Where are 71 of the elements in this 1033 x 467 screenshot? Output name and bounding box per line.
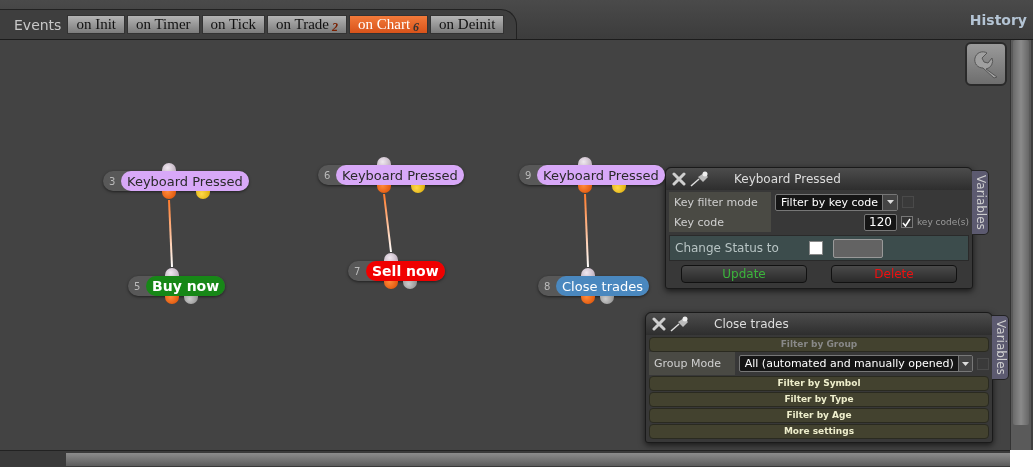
section-header[interactable]: Filter by Type bbox=[649, 392, 989, 407]
node-number: 9 bbox=[525, 169, 533, 181]
output-port[interactable] bbox=[600, 296, 614, 304]
checkbox[interactable] bbox=[808, 241, 823, 255]
output-port[interactable] bbox=[403, 281, 417, 289]
section-header[interactable]: More settings bbox=[649, 424, 989, 439]
color-field[interactable] bbox=[832, 238, 883, 258]
field-label: Group Mode bbox=[649, 352, 735, 375]
node-label[interactable]: Sell now bbox=[366, 261, 445, 281]
input-port[interactable] bbox=[165, 268, 179, 276]
output-port[interactable] bbox=[184, 296, 198, 304]
node-number: 8 bbox=[544, 280, 552, 292]
close-icon[interactable] bbox=[652, 317, 666, 331]
dropdown[interactable]: All (automated and manually opened) bbox=[738, 355, 974, 372]
input-port[interactable] bbox=[377, 157, 391, 165]
node-label[interactable]: Keyboard Pressed bbox=[336, 165, 464, 185]
output-port[interactable] bbox=[165, 296, 179, 304]
input-port[interactable] bbox=[384, 253, 398, 261]
field-label: Key code bbox=[669, 212, 771, 232]
node-number: 5 bbox=[134, 280, 142, 292]
event-tab[interactable]: on Trade $_{2}$ bbox=[267, 15, 347, 34]
field-label: Key filter mode bbox=[669, 192, 771, 212]
output-port[interactable] bbox=[196, 191, 210, 199]
close-icon[interactable] bbox=[672, 172, 686, 186]
status-label: Change Status to bbox=[675, 241, 779, 255]
connector-line bbox=[168, 199, 173, 268]
node-label[interactable]: Close trades bbox=[556, 276, 649, 296]
connector-line bbox=[383, 193, 392, 253]
pin-icon[interactable] bbox=[690, 171, 710, 187]
check-icon bbox=[902, 217, 912, 227]
event-tab[interactable]: on Chart $_{6}$ bbox=[349, 15, 429, 34]
pin-icon[interactable] bbox=[670, 316, 690, 332]
event-tab[interactable]: on Deinit bbox=[430, 15, 505, 34]
scrollbar-corner bbox=[1010, 450, 1033, 467]
update-button[interactable]: Update bbox=[681, 265, 807, 283]
output-port[interactable] bbox=[377, 185, 391, 193]
caret-icon bbox=[886, 200, 894, 204]
variables-tab[interactable]: Variables bbox=[992, 315, 1009, 380]
horizontal-scrollbar[interactable] bbox=[0, 450, 1010, 467]
output-port[interactable] bbox=[612, 185, 626, 193]
output-port[interactable] bbox=[384, 281, 398, 289]
input-port[interactable] bbox=[162, 163, 176, 171]
output-port[interactable] bbox=[411, 185, 425, 193]
input-port[interactable] bbox=[578, 157, 592, 165]
node-number: 6 bbox=[324, 169, 332, 181]
checkbox[interactable] bbox=[900, 216, 913, 228]
events-label: Events bbox=[14, 16, 62, 33]
node-number: 7 bbox=[354, 265, 362, 277]
input-port[interactable] bbox=[581, 268, 595, 276]
node-label[interactable]: Keyboard Pressed bbox=[537, 165, 665, 185]
node-number: 3 bbox=[109, 175, 117, 187]
output-port[interactable] bbox=[162, 191, 176, 199]
node-label[interactable]: Buy now bbox=[146, 276, 226, 296]
node-label[interactable]: Keyboard Pressed bbox=[121, 171, 249, 191]
output-port[interactable] bbox=[578, 185, 592, 193]
vertical-scrollbar[interactable] bbox=[1010, 40, 1031, 450]
output-port[interactable] bbox=[581, 296, 595, 304]
section-header[interactable]: Filter by Symbol bbox=[649, 376, 989, 391]
section-header[interactable]: Filter by Age bbox=[649, 408, 989, 423]
variables-tab[interactable]: Variables bbox=[972, 170, 989, 235]
checkbox-label: key code(s) bbox=[916, 217, 969, 227]
event-tab[interactable]: on Tick bbox=[201, 15, 266, 34]
event-tab[interactable]: on Init bbox=[67, 15, 125, 34]
panel-title: Close trades bbox=[714, 317, 789, 331]
settings-button[interactable] bbox=[965, 42, 1007, 86]
number-field[interactable]: 120 bbox=[864, 213, 897, 231]
event-tab[interactable]: on Timer bbox=[127, 15, 200, 34]
panel-title: Keyboard Pressed bbox=[734, 172, 841, 186]
history-tab[interactable]: History bbox=[969, 11, 1027, 28]
caret-icon bbox=[961, 361, 969, 366]
dropdown[interactable]: Filter by key code bbox=[775, 193, 898, 211]
